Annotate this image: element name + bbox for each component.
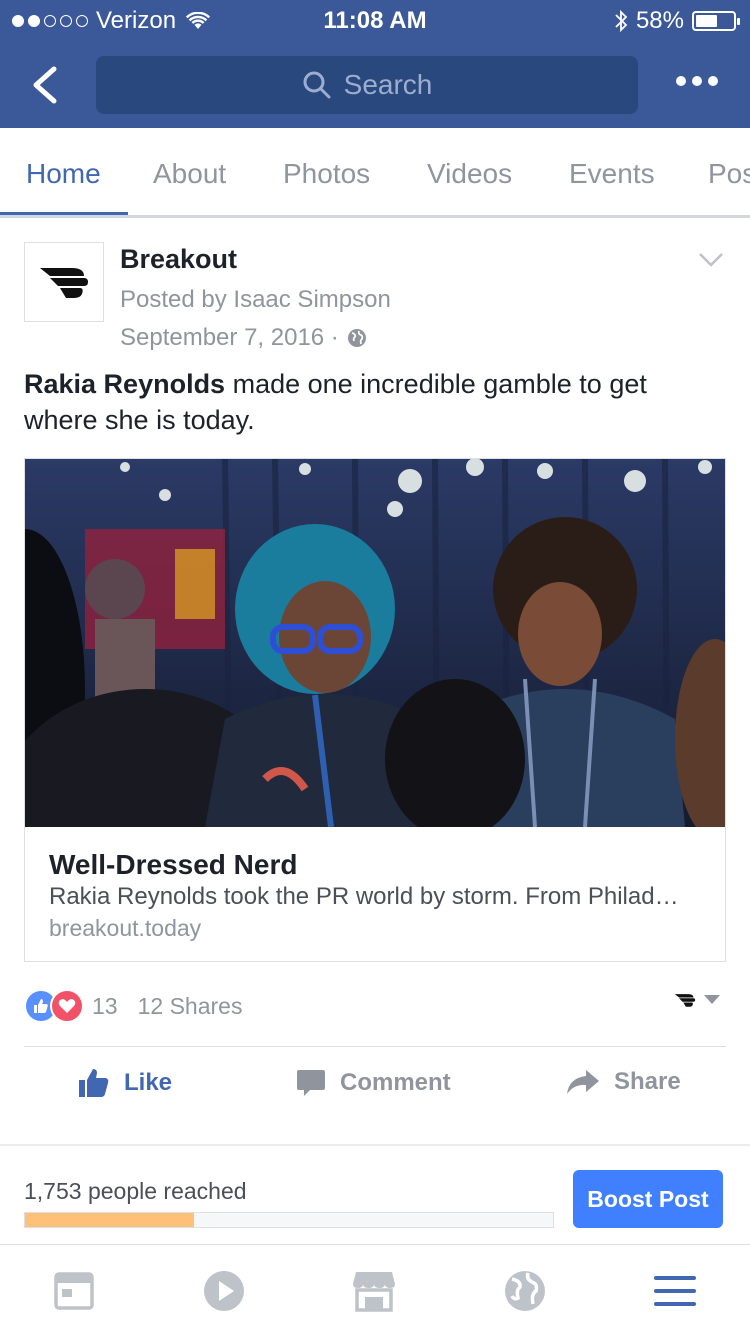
event-photo: [25, 459, 725, 827]
post-date: September 7, 2016 ·: [120, 324, 367, 352]
top-bar: Verizon 11:08 AM 58% Search: [0, 0, 750, 128]
link-description: Rakia Reynolds took the PR world by stor…: [49, 883, 679, 910]
link-domain: breakout.today: [49, 915, 202, 941]
breakout-logo-small-icon: [674, 994, 696, 1007]
nav-row: Search: [0, 40, 750, 128]
post-header: Breakout Posted by Isaac Simpson Septemb…: [24, 242, 724, 362]
globe-icon: [347, 329, 366, 347]
battery-percent: 58%: [635, 7, 684, 34]
video-play-icon[interactable]: [202, 1269, 246, 1313]
share-arrow-icon: [567, 1070, 599, 1094]
tab-home[interactable]: Home: [26, 158, 101, 190]
search-placeholder: Search: [343, 69, 433, 100]
tab-photos[interactable]: Photos: [283, 158, 370, 190]
love-reaction-icon: [50, 989, 84, 1023]
post-text-mention[interactable]: Rakia Reynolds: [24, 369, 225, 399]
link-title: Well-Dressed Nerd: [49, 849, 298, 880]
share-label: Share: [614, 1068, 681, 1095]
post-text: Rakia Reynolds made one incredible gambl…: [24, 366, 724, 438]
like-button[interactable]: Like: [78, 1068, 172, 1098]
marketplace-store-icon[interactable]: [352, 1269, 396, 1313]
section-separator: [0, 1144, 750, 1146]
shares-count[interactable]: 12 Shares: [138, 993, 243, 1020]
acting-page-selector[interactable]: [674, 992, 720, 1008]
post-date-text: September 7, 2016 ·: [120, 324, 339, 351]
tab-events[interactable]: Events: [569, 158, 655, 190]
comment-button[interactable]: Comment: [296, 1068, 451, 1098]
search-icon: [303, 71, 331, 99]
tab-videos[interactable]: Videos: [427, 158, 512, 190]
boost-post-button[interactable]: Boost Post: [573, 1170, 723, 1228]
search-input[interactable]: Search: [96, 56, 638, 114]
comment-label: Comment: [340, 1069, 451, 1096]
post-actions: Like Comment Share: [0, 1060, 750, 1116]
reactions-row: 13 12 Shares: [24, 986, 726, 1026]
breakout-logo-icon: [40, 268, 88, 298]
people-reached: 1,753 people reached: [24, 1178, 247, 1204]
status-right: 58%: [614, 7, 740, 35]
globe-notifications-icon[interactable]: [503, 1269, 547, 1313]
news-feed-icon[interactable]: [52, 1269, 96, 1313]
menu-hamburger-icon[interactable]: [653, 1269, 697, 1313]
battery-icon: [692, 11, 740, 31]
active-tab-indicator: [0, 212, 128, 215]
status-bar: Verizon 11:08 AM 58%: [0, 0, 750, 40]
bottom-tab-bar: [0, 1244, 750, 1334]
caret-down-icon: [704, 995, 720, 1004]
link-preview-photo: [25, 459, 725, 827]
reactions-count[interactable]: 13: [92, 993, 118, 1020]
more-options-icon[interactable]: [676, 76, 718, 86]
back-arrow-icon[interactable]: [28, 66, 62, 104]
bluetooth-icon: [615, 9, 628, 33]
reach-progress-bar: [24, 1212, 554, 1228]
page-name[interactable]: Breakout: [120, 244, 237, 275]
like-label: Like: [124, 1069, 173, 1096]
posted-by: Posted by Isaac Simpson: [120, 286, 391, 313]
tab-posts[interactable]: Pos: [708, 158, 750, 190]
page-tabs: Home About Photos Videos Events Pos: [0, 128, 750, 218]
tab-about[interactable]: About: [153, 158, 226, 190]
share-button[interactable]: Share: [566, 1068, 681, 1096]
divider: [24, 1046, 726, 1047]
chevron-down-icon[interactable]: [698, 252, 724, 268]
thumbs-up-icon: [79, 1069, 109, 1097]
comment-icon: [297, 1070, 325, 1096]
page-avatar[interactable]: [24, 242, 104, 322]
link-preview-card[interactable]: Well-Dressed Nerd Rakia Reynolds took th…: [24, 458, 726, 962]
